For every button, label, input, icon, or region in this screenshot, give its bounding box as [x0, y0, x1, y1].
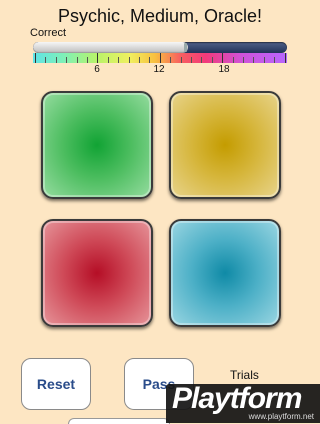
card-blue[interactable]	[169, 219, 281, 327]
scale-tick	[263, 57, 265, 63]
reset-button[interactable]: Reset	[21, 358, 91, 410]
scale-tick	[76, 57, 78, 63]
scale-tick	[128, 57, 130, 63]
scale-tick	[274, 57, 276, 63]
scale-tick	[211, 57, 213, 63]
card-green[interactable]	[41, 91, 153, 199]
card-yellow[interactable]	[169, 91, 281, 199]
correct-progress-fill	[33, 42, 188, 53]
scale-tick	[243, 57, 244, 63]
scale-tick	[107, 57, 109, 63]
scale-label-18: 18	[218, 64, 230, 75]
scale-label-6: 6	[94, 64, 100, 75]
page-title: Psychic, Medium, Oracle!	[57, 6, 263, 26]
scale-tick	[87, 57, 88, 63]
scale-tick	[149, 57, 151, 63]
correct-label: Correct	[30, 27, 67, 39]
watermark-url: www.playtform.net	[248, 412, 314, 421]
scale-tick	[232, 57, 234, 63]
scale-label-12: 12	[153, 64, 165, 75]
card-red[interactable]	[41, 219, 153, 327]
progress-knob	[184, 43, 187, 52]
scale-tick	[191, 57, 192, 63]
scale-tick	[284, 53, 286, 63]
scale-tick	[253, 57, 255, 63]
scale-tick	[66, 57, 68, 63]
scale-tick	[180, 57, 182, 63]
watermark-logo: Playtform www.playtform.net	[166, 382, 320, 423]
scale-tick	[170, 57, 172, 63]
scale-tick	[97, 53, 99, 63]
scale-tick	[139, 57, 140, 63]
scale-tick	[35, 53, 36, 63]
watermark-brand: Playtform	[172, 382, 302, 415]
bottom-button-edge	[68, 418, 170, 424]
scale-tick	[159, 53, 161, 63]
correct-progress-bar	[33, 42, 287, 53]
scale-tick	[222, 53, 224, 63]
scale-tick	[55, 57, 57, 63]
trials-label: Trials	[230, 368, 259, 382]
scale-tick	[118, 57, 120, 63]
scale-tick	[45, 57, 47, 63]
scale-tick	[201, 57, 203, 63]
